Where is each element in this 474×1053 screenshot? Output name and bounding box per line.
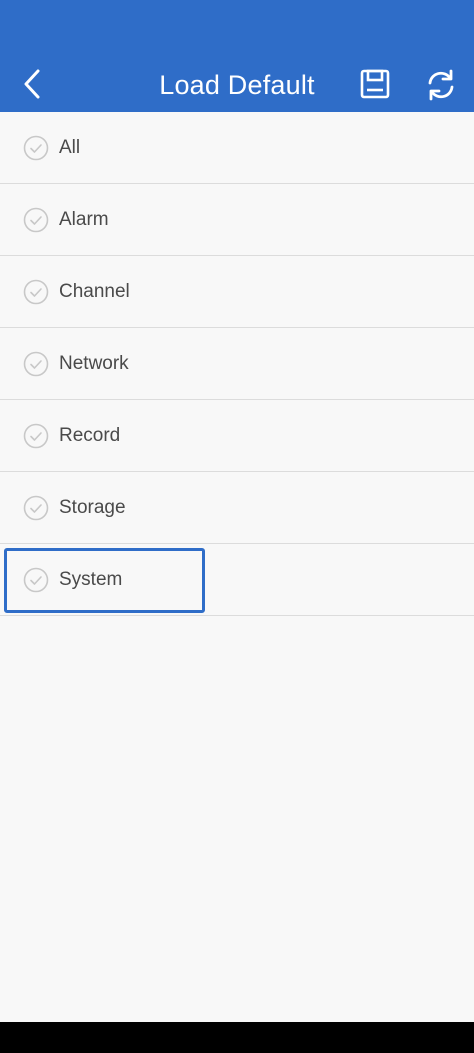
check-circle-icon <box>23 207 49 233</box>
list-item-network[interactable]: Network <box>0 328 474 400</box>
check-circle-icon <box>23 351 49 377</box>
refresh-button[interactable] <box>422 66 460 104</box>
list-item-label: Storage <box>59 497 126 518</box>
list-item-label: Record <box>59 425 121 446</box>
check-circle-icon <box>23 279 49 305</box>
list-item-label: Network <box>59 353 129 374</box>
app-header: Load Default <box>0 0 474 112</box>
list-item-label: System <box>59 569 123 590</box>
check-circle-icon <box>23 567 49 593</box>
page-title: Load Default <box>159 70 315 100</box>
list-item-label: Alarm <box>59 209 109 230</box>
check-circle-icon <box>23 495 49 521</box>
list-item-label: Channel <box>59 281 130 302</box>
floppy-disk-icon <box>360 69 390 99</box>
list-item-record[interactable]: Record <box>0 400 474 472</box>
list-item-all[interactable]: All <box>0 112 474 184</box>
load-default-screen: Load Default All Alarm Channel Network R… <box>0 0 474 1053</box>
list-item-alarm[interactable]: Alarm <box>0 184 474 256</box>
list-item-channel[interactable]: Channel <box>0 256 474 328</box>
list-item-system[interactable]: System <box>0 544 474 616</box>
list-item-label: All <box>59 137 81 158</box>
save-button[interactable] <box>357 66 393 102</box>
check-circle-icon <box>23 423 49 449</box>
refresh-icon <box>428 69 454 101</box>
default-options-list: All Alarm Channel Network Record Storage… <box>0 112 474 616</box>
list-item-storage[interactable]: Storage <box>0 472 474 544</box>
check-circle-icon <box>23 135 49 161</box>
system-navigation-bar <box>0 1022 474 1053</box>
